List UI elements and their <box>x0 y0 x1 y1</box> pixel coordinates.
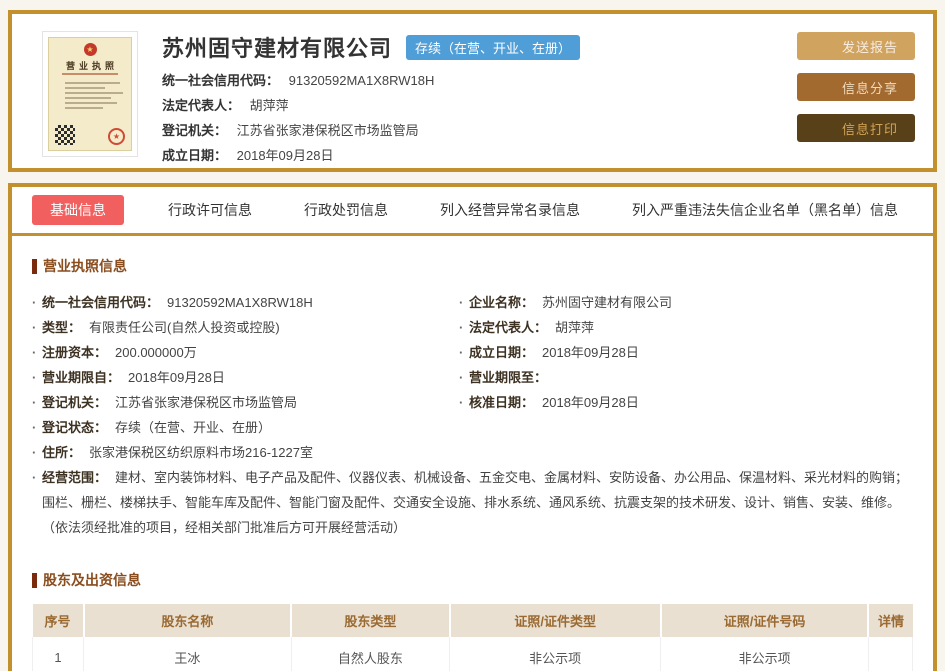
table-row: 1 王冰 自然人股东 非公示项 非公示项 <box>31 637 914 671</box>
col-header-shareholder-name: 股东名称 <box>83 604 293 637</box>
col-header-index: 序号 <box>32 604 85 637</box>
qr-code-icon <box>55 125 75 145</box>
license-fields-left: 统一社会信用代码：91320592MA1X8RW18H 类型：有限责任公司(自然… <box>32 290 459 440</box>
license-paper: 营业执照 <box>48 37 132 151</box>
field-reg-status: 登记状态：存续（在营、开业、在册） <box>32 415 459 440</box>
field-term-from: 营业期限自：2018年09月28日 <box>32 365 459 390</box>
tab-bar: 基础信息 行政许可信息 行政处罚信息 列入经营异常名录信息 列入严重违法失信企业… <box>12 187 933 233</box>
section-title-license: 营业执照信息 <box>32 256 913 276</box>
cell-shareholder-name: 王冰 <box>83 637 292 671</box>
field-company-type: 类型：有限责任公司(自然人投资或控股) <box>32 315 459 340</box>
company-info: 苏州固守建材有限公司 存续（在营、开业、在册） 统一社会信用代码： 913205… <box>162 29 581 163</box>
tab-admin-penalty[interactable]: 行政处罚信息 <box>278 200 414 220</box>
field-company-name: 企业名称：苏州固守建材有限公司 <box>459 290 913 315</box>
shareholders-section: 股东及出资信息 序号 股东名称 股东类型 证照/证件类型 证照/证件号码 详情 … <box>31 570 914 671</box>
license-fields-right: 企业名称：苏州固守建材有限公司 法定代表人：胡萍萍 成立日期：2018年09月2… <box>459 290 913 440</box>
red-seal-icon <box>108 128 125 145</box>
header-field-reg-authority: 登记机关： 江苏省张家港保税区市场监管局 <box>162 123 419 138</box>
company-header-card: 营业执照 苏州固守建材有限公司 存续（在营、开业、在册） 统一社会信用代码： 9 <box>8 10 937 172</box>
page: 营业执照 苏州固守建材有限公司 存续（在营、开业、在册） 统一社会信用代码： 9 <box>0 0 945 671</box>
tab-admin-license[interactable]: 行政许可信息 <box>142 200 278 220</box>
field-address: 住所：张家港保税区纺织原料市场216-1227室 <box>32 440 913 465</box>
field-registered-capital: 注册资本：200.000000万 <box>32 340 459 365</box>
field-approval-date: 核准日期：2018年09月28日 <box>459 390 913 415</box>
field-credit-code: 统一社会信用代码：91320592MA1X8RW18H <box>32 290 459 315</box>
field-reg-authority: 登记机关：江苏省张家港保税区市场监管局 <box>32 390 459 415</box>
col-header-cert-type: 证照/证件类型 <box>449 604 662 637</box>
cell-detail <box>868 637 914 671</box>
header-field-legal-rep: 法定代表人： 胡萍萍 <box>162 98 289 113</box>
business-license-thumbnail: 营业执照 <box>42 31 138 157</box>
cell-cert-type: 非公示项 <box>449 637 662 671</box>
national-emblem-icon <box>83 43 97 56</box>
license-title: 营业执照 <box>65 61 118 71</box>
license-text-lines <box>55 79 125 109</box>
license-info-section: 营业执照信息 统一社会信用代码：91320592MA1X8RW18H 类型：有限… <box>32 256 913 540</box>
col-header-shareholder-type: 股东类型 <box>291 604 451 637</box>
main-info-card: 基础信息 行政许可信息 行政处罚信息 列入经营异常名录信息 列入严重违法失信企业… <box>8 183 937 671</box>
cell-cert-number: 非公示项 <box>660 637 869 671</box>
header-field-found-date: 成立日期： 2018年09月28日 <box>162 148 334 163</box>
license-subline <box>62 73 118 75</box>
basic-info-content: 营业执照信息 统一社会信用代码：91320592MA1X8RW18H 类型：有限… <box>12 236 933 671</box>
section-title-bar <box>32 572 37 588</box>
action-buttons: 发送报告 信息分享 信息打印 <box>797 29 915 153</box>
col-header-cert-number: 证照/证件号码 <box>660 604 870 637</box>
status-badge: 存续（在营、开业、在册） <box>406 34 581 60</box>
company-name: 苏州固守建材有限公司 <box>162 36 393 61</box>
share-info-button[interactable]: 信息分享 <box>797 73 915 101</box>
tab-blacklist[interactable]: 列入严重违法失信企业名单（黑名单）信息 <box>606 200 924 220</box>
col-header-detail: 详情 <box>868 604 913 637</box>
tab-abnormal-list[interactable]: 列入经营异常名录信息 <box>414 200 606 220</box>
field-found-date: 成立日期：2018年09月28日 <box>459 340 913 365</box>
tab-basic-info[interactable]: 基础信息 <box>32 195 124 225</box>
field-term-to: 营业期限至： <box>459 365 913 390</box>
table-header-row: 序号 股东名称 股东类型 证照/证件类型 证照/证件号码 详情 <box>32 604 913 637</box>
cell-shareholder-type: 自然人股东 <box>291 637 451 671</box>
section-title-shareholders: 股东及出资信息 <box>32 570 913 590</box>
cell-index: 1 <box>31 637 85 671</box>
print-info-button[interactable]: 信息打印 <box>797 114 915 142</box>
shareholders-table: 序号 股东名称 股东类型 证照/证件类型 证照/证件号码 详情 1 王冰 自然人 <box>31 604 914 671</box>
field-business-scope: 经营范围：建材、室内装饰材料、电子产品及配件、仪器仪表、机械设备、五金交电、金属… <box>32 465 913 540</box>
section-title-bar <box>32 258 37 274</box>
header-field-credit-code: 统一社会信用代码： 91320592MA1X8RW18H <box>162 73 435 88</box>
field-legal-rep: 法定代表人：胡萍萍 <box>459 315 913 340</box>
send-report-button[interactable]: 发送报告 <box>797 32 915 60</box>
